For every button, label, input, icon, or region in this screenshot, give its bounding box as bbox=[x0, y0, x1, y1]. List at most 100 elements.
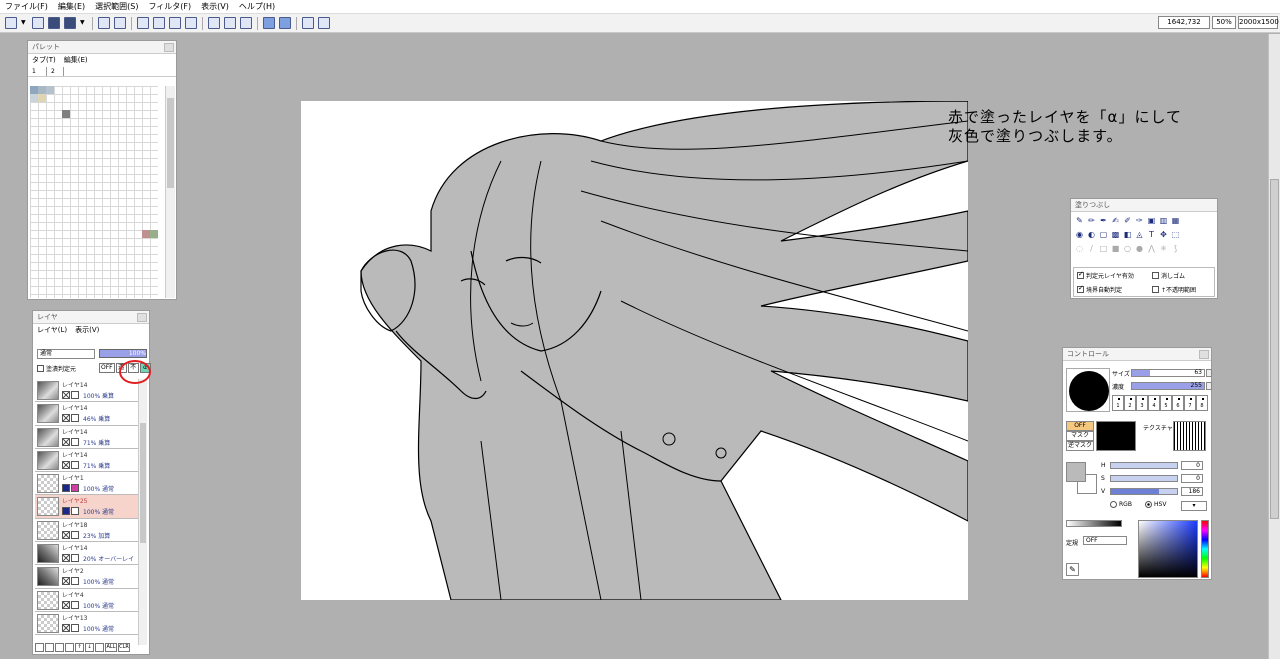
zoom-in-icon[interactable] bbox=[208, 17, 220, 29]
hue-strip[interactable] bbox=[1201, 520, 1209, 578]
lock-icon[interactable] bbox=[71, 507, 79, 516]
preset-8[interactable]: 8 bbox=[1196, 395, 1208, 411]
preset-3[interactable]: 3 bbox=[1136, 395, 1148, 411]
close-icon[interactable] bbox=[1199, 350, 1209, 359]
redo-icon[interactable] bbox=[279, 17, 291, 29]
visibility-icon[interactable] bbox=[62, 600, 70, 609]
opaque-range-option[interactable]: ↑不透明範囲 bbox=[1152, 285, 1196, 294]
layer-menu-view[interactable]: 表示(V) bbox=[75, 324, 99, 336]
palette-tab-2[interactable]: 2 bbox=[46, 67, 64, 76]
select-rect-icon[interactable]: ▢ bbox=[1098, 229, 1109, 240]
move-down-icon[interactable]: ↓ bbox=[85, 643, 94, 652]
visibility-icon[interactable] bbox=[62, 460, 70, 469]
palette-swatch[interactable] bbox=[62, 110, 70, 118]
select-none-icon[interactable] bbox=[169, 17, 181, 29]
filled-rect-icon[interactable]: ■ bbox=[1110, 243, 1121, 254]
layer-window-icon[interactable] bbox=[98, 17, 110, 29]
blend-mode-select[interactable]: 通常 bbox=[37, 349, 95, 359]
grid-icon[interactable] bbox=[137, 17, 149, 29]
ruler-select[interactable]: OFF bbox=[1083, 536, 1127, 545]
lock-icon[interactable] bbox=[71, 554, 79, 563]
marquee-icon[interactable]: ⬚ bbox=[1170, 229, 1181, 240]
palette-swatch[interactable] bbox=[142, 230, 150, 238]
select-tool-icon[interactable]: ▦ bbox=[1170, 215, 1181, 226]
layer-row[interactable]: レイヤ1 100% 通常 bbox=[35, 472, 139, 496]
new-file-icon[interactable] bbox=[5, 17, 17, 29]
layer-row[interactable]: レイヤ4 100% 通常 bbox=[35, 588, 139, 612]
preset-2[interactable]: 2 bbox=[1124, 395, 1136, 411]
rect-icon[interactable]: □ bbox=[1098, 243, 1109, 254]
pen-icon[interactable]: ✎ bbox=[1074, 215, 1085, 226]
lock-icon[interactable] bbox=[71, 460, 79, 469]
save-icon[interactable] bbox=[48, 17, 60, 29]
color-mode-dropdown[interactable]: ▾ bbox=[1181, 501, 1207, 511]
hue-value[interactable]: 0 bbox=[1181, 461, 1203, 470]
dropdown-arrow-icon[interactable]: ▼ bbox=[80, 17, 87, 29]
layer-row[interactable]: レイヤ14 20% オーバーレイ bbox=[35, 542, 139, 566]
move-up-icon[interactable]: ↑ bbox=[75, 643, 84, 652]
palette-window-icon[interactable] bbox=[114, 17, 126, 29]
layer-gradient-icon[interactable]: ◧ bbox=[1122, 229, 1133, 240]
layer-properties-icon[interactable] bbox=[95, 643, 104, 652]
visibility-icon[interactable] bbox=[62, 530, 70, 539]
fill-pattern-icon[interactable]: ▩ bbox=[1110, 229, 1121, 240]
palette-tab-1[interactable]: 1 bbox=[28, 67, 46, 76]
curve-icon[interactable]: ⟆ bbox=[1170, 243, 1181, 254]
clip-reference-option[interactable]: 塗潰判定元 bbox=[37, 364, 76, 373]
layer-row[interactable]: レイヤ14 46% 乗算 bbox=[35, 402, 139, 426]
reference-layer-checkbox[interactable] bbox=[1077, 270, 1084, 279]
open-folder-icon[interactable] bbox=[32, 17, 44, 29]
opacity-slider[interactable]: 100% bbox=[99, 349, 147, 358]
layer-list-scrollbar[interactable] bbox=[138, 379, 147, 645]
mask-button[interactable]: マスク bbox=[1066, 431, 1094, 441]
palette-swatch[interactable] bbox=[150, 230, 158, 238]
opaque-range-checkbox[interactable] bbox=[1152, 286, 1159, 293]
visibility-icon[interactable] bbox=[62, 554, 70, 563]
scrollbar-thumb[interactable] bbox=[167, 98, 174, 188]
menu-selection[interactable]: 選択範囲(S) bbox=[90, 0, 143, 14]
lock-icon[interactable] bbox=[71, 600, 79, 609]
palette-swatch[interactable] bbox=[46, 86, 54, 94]
palette-scrollbar[interactable] bbox=[165, 86, 175, 298]
visibility-icon[interactable] bbox=[62, 577, 70, 586]
gradient-bar[interactable] bbox=[1066, 520, 1122, 527]
lock-icon[interactable] bbox=[71, 414, 79, 423]
palette-swatch[interactable] bbox=[30, 86, 38, 94]
rgb-radio[interactable]: RGB bbox=[1110, 501, 1132, 508]
layer-row[interactable]: レイヤ14 100% 乗算 bbox=[35, 379, 139, 403]
visibility-icon[interactable] bbox=[62, 437, 70, 446]
undo-icon[interactable] bbox=[263, 17, 275, 29]
preset-6[interactable]: 6 bbox=[1172, 395, 1184, 411]
texture-preview[interactable] bbox=[1173, 421, 1206, 451]
palette-swatch[interactable] bbox=[38, 94, 46, 102]
lock-icon[interactable] bbox=[71, 530, 79, 539]
preset-5[interactable]: 5 bbox=[1160, 395, 1172, 411]
brush-icon[interactable]: ✍ bbox=[1110, 215, 1121, 226]
menu-file[interactable]: ファイル(F) bbox=[0, 0, 53, 14]
dropper-icon[interactable]: ◬ bbox=[1134, 229, 1145, 240]
dropdown-arrow-icon[interactable]: ▼ bbox=[21, 17, 28, 29]
save-as-icon[interactable] bbox=[64, 17, 76, 29]
layer-merge-icon[interactable] bbox=[318, 17, 330, 29]
merge-layer-icon[interactable] bbox=[65, 643, 74, 652]
bucket-icon[interactable]: ◉ bbox=[1074, 229, 1085, 240]
reference-layer-option[interactable]: 判定元レイヤ有効 bbox=[1077, 270, 1134, 280]
inverse-mask-button[interactable]: 逆マスク bbox=[1066, 441, 1094, 451]
layer-menu-layer[interactable]: レイヤ(L) bbox=[37, 324, 67, 336]
delete-layer-icon[interactable] bbox=[55, 643, 64, 652]
eraser-option[interactable]: 消しゴム bbox=[1152, 271, 1185, 280]
select-all-icon[interactable] bbox=[153, 17, 165, 29]
eraser-checkbox[interactable] bbox=[1152, 272, 1159, 279]
eyedropper-icon[interactable]: ✎ bbox=[1066, 563, 1079, 576]
hue-slider[interactable] bbox=[1110, 462, 1178, 469]
size-spinner[interactable] bbox=[1206, 369, 1212, 377]
palette-swatch[interactable] bbox=[38, 86, 46, 94]
airbrush-icon[interactable]: ✒ bbox=[1098, 215, 1109, 226]
scrollbar-thumb[interactable] bbox=[140, 423, 146, 543]
lock-icon[interactable] bbox=[71, 623, 79, 632]
palette-menu-edit[interactable]: 編集(E) bbox=[64, 54, 88, 67]
visibility-icon[interactable] bbox=[62, 623, 70, 632]
clip-reference-checkbox[interactable] bbox=[37, 365, 44, 372]
lock-off-button[interactable]: OFF bbox=[99, 363, 115, 373]
concentric-icon[interactable]: ✳ bbox=[1158, 243, 1169, 254]
